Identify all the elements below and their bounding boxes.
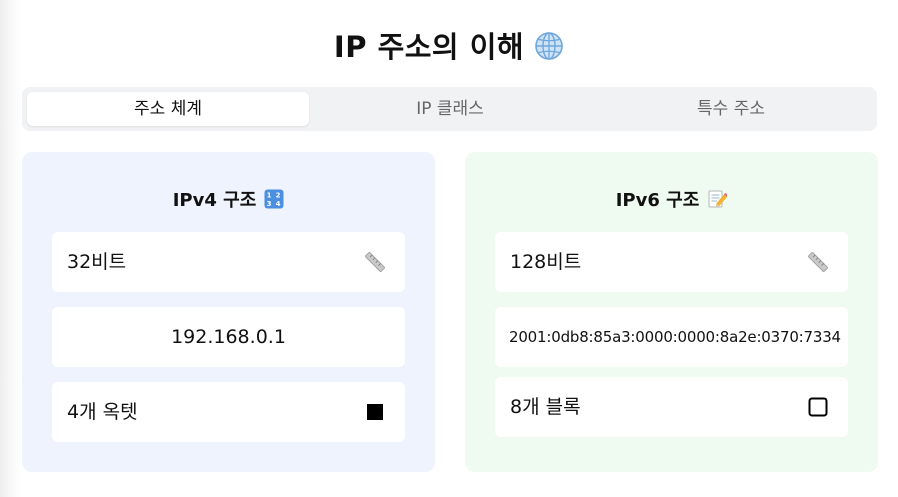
- filled-square-icon: [367, 404, 383, 420]
- ipv4-groups-text: 4개 옥텟: [67, 401, 138, 423]
- ipv4-bits-text: 32비트: [67, 251, 127, 273]
- tab-address-system[interactable]: 주소 체계: [27, 92, 309, 126]
- ipv4-title-text: IPv4 구조: [172, 190, 257, 211]
- ruler-icon: [808, 252, 828, 272]
- page-title: IP 주소의 이해: [0, 24, 898, 66]
- tab-special-addresses[interactable]: 특수 주소: [590, 92, 872, 126]
- ipv4-card-title: IPv4 구조 1 2 3 4: [22, 186, 435, 212]
- svg-text:2: 2: [276, 192, 281, 200]
- ipv6-groups-text: 8개 블록: [510, 396, 581, 418]
- ipv4-groups-row: 4개 옥텟: [52, 382, 405, 442]
- ipv4-bits-row: 32비트: [52, 232, 405, 292]
- ipv6-bits-row: 128비트: [495, 232, 848, 292]
- memo-icon: [708, 190, 728, 208]
- ipv4-example-address: 192.168.0.1: [171, 326, 286, 348]
- globe-icon: [535, 32, 563, 60]
- ipv6-card-title: IPv6 구조: [465, 186, 878, 212]
- window-edge-shadow: [0, 0, 22, 497]
- ipv6-example-address: 2001:0db8:85a3:0000:0000:8a2e:0370:7334: [509, 328, 841, 346]
- ruler-icon: [365, 252, 385, 272]
- tab-bar: 주소 체계 IP 클래스 특수 주소: [22, 87, 877, 131]
- tab-ip-classes[interactable]: IP 클래스: [309, 92, 591, 126]
- svg-text:1: 1: [267, 192, 272, 200]
- ipv4-example-row: 192.168.0.1: [52, 307, 405, 367]
- ipv6-example-row: 2001:0db8:85a3:0000:0000:8a2e:0370:7334: [495, 307, 848, 367]
- numbers-1234-icon: 1 2 3 4: [264, 189, 284, 209]
- page-title-text: IP 주소의 이해: [333, 30, 525, 64]
- ipv6-bits-text: 128비트: [510, 251, 582, 273]
- empty-square-icon: [808, 397, 828, 417]
- ipv6-groups-row: 8개 블록: [495, 377, 848, 437]
- svg-text:3: 3: [267, 200, 272, 208]
- ipv6-card: IPv6 구조 128비트 2001:0db8:85a3:0000:0000:8…: [465, 152, 878, 472]
- ipv6-title-text: IPv6 구조: [615, 190, 700, 211]
- ipv4-card: IPv4 구조 1 2 3 4 32비트 192.168.0.1 4개 옥텟: [22, 152, 435, 472]
- svg-text:4: 4: [276, 200, 281, 208]
